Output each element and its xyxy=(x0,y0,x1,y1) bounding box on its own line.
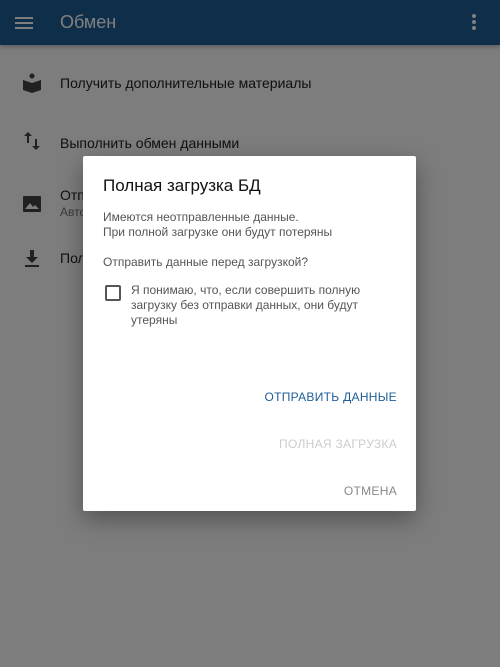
exchange-screen: Обмен Получить дополнительные материалы xyxy=(0,0,500,667)
dialog-question: Отправить данные перед загрузкой? xyxy=(103,255,309,269)
dialog-title: Полная загрузка БД xyxy=(103,176,261,195)
cancel-button[interactable]: ОТМЕНА xyxy=(344,484,397,498)
dialog-message-line: Имеются неотправленные данные. xyxy=(103,210,299,224)
full-load-button[interactable]: ПОЛНАЯ ЗАГРУЗКА xyxy=(279,437,397,451)
dialog-message-line: При полной загрузке они будут потеряны xyxy=(103,225,333,239)
confirm-checkbox-label[interactable]: Я понимаю, что, если совершить полную за… xyxy=(131,283,400,328)
confirm-checkbox[interactable] xyxy=(105,285,121,301)
full-db-load-dialog: Полная загрузка БД Имеются неотправленны… xyxy=(83,156,416,511)
confirm-checkbox-row[interactable]: Я понимаю, что, если совершить полную за… xyxy=(105,283,400,328)
send-data-button[interactable]: ОТПРАВИТЬ ДАННЫЕ xyxy=(264,390,397,404)
dialog-message: Имеются неотправленные данные. При полно… xyxy=(103,210,398,240)
